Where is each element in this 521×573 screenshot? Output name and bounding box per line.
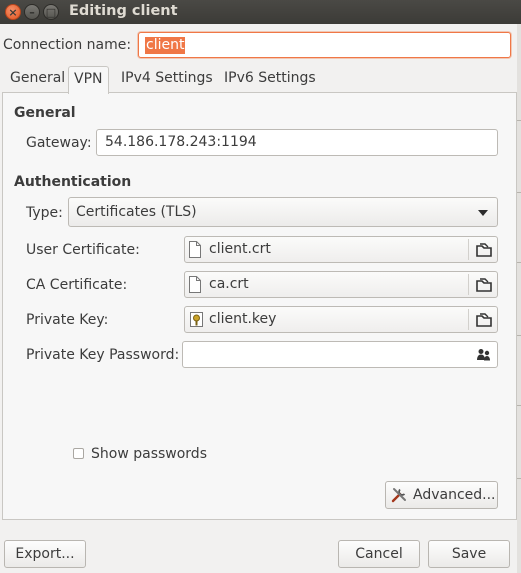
separator (468, 239, 469, 260)
maximize-window-button[interactable]: □ (43, 4, 59, 20)
export-label: Export... (15, 546, 75, 562)
minimize-icon: – (29, 6, 35, 19)
advanced-label: Advanced... (413, 487, 496, 503)
authentication-heading: Authentication (14, 174, 132, 190)
auth-type-dropdown[interactable]: Certificates (TLS) (68, 197, 498, 227)
private-key-password-label: Private Key Password: (26, 347, 180, 363)
file-icon (189, 276, 201, 293)
type-label: Type: (26, 205, 63, 221)
private-key-file-chooser[interactable]: client.key (184, 306, 498, 333)
show-passwords-checkbox[interactable] (73, 448, 84, 459)
background-window-edge (517, 24, 521, 573)
close-icon: × (8, 6, 18, 19)
separator (468, 274, 469, 295)
tab-ipv4-label: IPv4 Settings (121, 70, 213, 86)
ca-certificate-file-chooser[interactable]: ca.crt (184, 271, 498, 298)
connection-name-value: client (145, 37, 186, 54)
ca-certificate-value: ca.crt (209, 276, 249, 292)
user-certificate-file-chooser[interactable]: client.crt (184, 236, 498, 263)
advanced-button[interactable]: Advanced... (385, 481, 498, 509)
private-key-password-input[interactable] (182, 341, 498, 368)
tab-general[interactable]: General (5, 66, 70, 92)
tab-ipv4-settings[interactable]: IPv4 Settings (116, 66, 218, 92)
tab-ipv6-label: IPv6 Settings (224, 70, 316, 86)
general-heading: General (14, 105, 76, 121)
title-bar: × – □ Editing client (0, 0, 521, 24)
minimize-window-button[interactable]: – (24, 4, 40, 20)
user-certificate-value: client.crt (209, 241, 271, 257)
tools-icon (391, 488, 406, 503)
maximize-icon: □ (45, 6, 57, 19)
private-key-value: client.key (209, 311, 277, 327)
open-file-icon (476, 278, 492, 292)
file-icon (189, 241, 201, 258)
private-key-label: Private Key: (26, 312, 109, 328)
export-button[interactable]: Export... (4, 540, 86, 568)
save-label: Save (451, 546, 487, 562)
gateway-label: Gateway: (26, 135, 92, 151)
connection-name-label: Connection name: (3, 37, 132, 53)
cancel-label: Cancel (355, 546, 403, 562)
open-file-icon (476, 243, 492, 257)
ca-certificate-label: CA Certificate: (26, 277, 128, 293)
cancel-button[interactable]: Cancel (338, 540, 420, 568)
password-storage-icon[interactable] (477, 348, 491, 361)
show-passwords-label[interactable]: Show passwords (91, 446, 207, 462)
auth-type-value: Certificates (TLS) (76, 204, 197, 220)
gateway-input[interactable]: 54.186.178.243:1194 (96, 129, 498, 156)
tab-vpn[interactable]: VPN (68, 66, 109, 94)
close-window-button[interactable]: × (5, 4, 21, 20)
save-button[interactable]: Save (428, 540, 510, 568)
tab-general-label: General (10, 70, 66, 86)
key-file-icon (190, 312, 203, 327)
tab-vpn-label: VPN (74, 71, 103, 87)
gateway-value: 54.186.178.243:1194 (105, 134, 257, 150)
window-title: Editing client (69, 3, 178, 19)
tab-ipv6-settings[interactable]: IPv6 Settings (219, 66, 321, 92)
user-certificate-label: User Certificate: (26, 242, 140, 258)
separator (468, 309, 469, 330)
chevron-down-icon (478, 210, 488, 216)
open-file-icon (476, 313, 492, 327)
connection-name-input[interactable]: client (138, 32, 511, 58)
